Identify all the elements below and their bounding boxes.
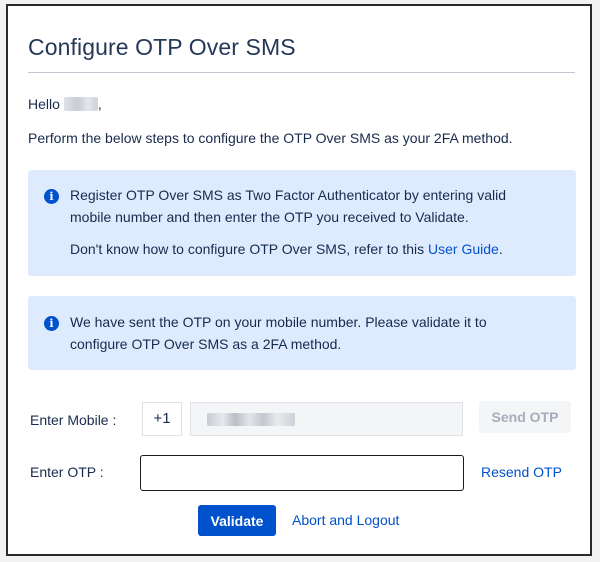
- otp-sent-info-panel: i We have sent the OTP on your mobile nu…: [28, 296, 576, 370]
- page-title: Configure OTP Over SMS: [28, 34, 296, 60]
- register-info-panel: i Register OTP Over SMS as Two Factor Au…: [28, 170, 576, 276]
- validate-button[interactable]: Validate: [198, 505, 276, 536]
- greeting-suffix: ,: [97, 96, 102, 112]
- otp-label: Enter OTP :: [30, 464, 104, 480]
- user-guide-note-end: .: [498, 241, 503, 257]
- resend-otp-link[interactable]: Resend OTP: [481, 464, 562, 480]
- abort-and-logout-link[interactable]: Abort and Logout: [292, 512, 399, 528]
- greeting-prefix: Hello: [28, 96, 60, 112]
- info-icon: i: [44, 316, 59, 331]
- mobile-label: Enter Mobile :: [30, 412, 117, 428]
- redacted-username: [63, 97, 98, 111]
- user-guide-note-text: Don't know how to configure OTP Over SMS…: [70, 241, 425, 257]
- title-divider: [28, 72, 575, 73]
- info-icon: i: [44, 189, 59, 204]
- otp-sent-text: We have sent the OTP on your mobile numb…: [70, 314, 487, 352]
- greeting: Hello ,: [28, 96, 102, 112]
- otp-input[interactable]: [140, 455, 464, 491]
- user-guide-note: Don't know how to configure OTP Over SMS…: [70, 238, 546, 260]
- send-otp-button[interactable]: Send OTP: [479, 401, 571, 433]
- register-info-text: Register OTP Over SMS as Two Factor Auth…: [70, 187, 507, 225]
- country-code: +1: [142, 402, 182, 436]
- instructions-text: Perform the below steps to configure the…: [28, 130, 513, 146]
- redacted-mobile-number: [207, 412, 295, 426]
- mobile-number-field: [190, 402, 463, 436]
- configure-otp-card: Configure OTP Over SMS Hello , Perform t…: [6, 4, 592, 556]
- user-guide-link[interactable]: User Guide: [428, 241, 499, 257]
